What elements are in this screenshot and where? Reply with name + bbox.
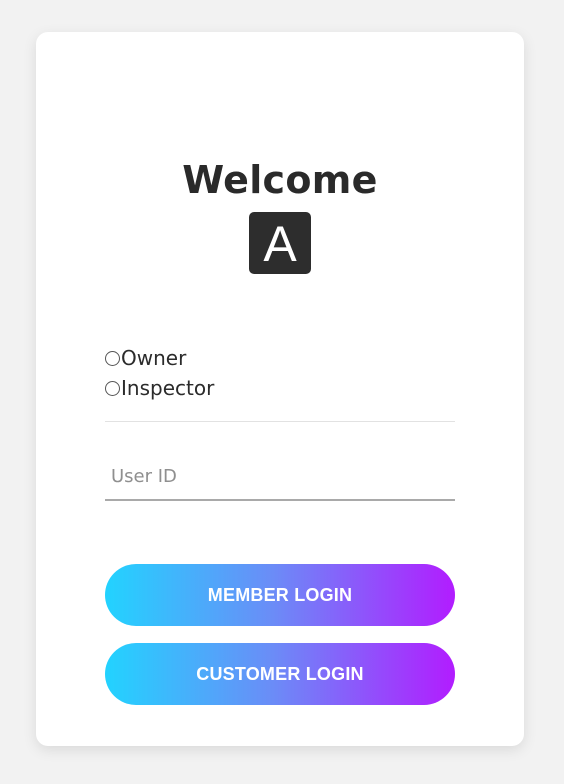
login-card: Welcome A Owner Inspector MEMBER LOGIN C… xyxy=(36,32,524,746)
logo-letter: A xyxy=(263,216,297,272)
role-option-inspector[interactable]: Inspector xyxy=(105,373,455,403)
owner-radio-label: Owner xyxy=(121,346,187,370)
customer-login-button[interactable]: CUSTOMER LOGIN xyxy=(105,643,455,705)
welcome-title: Welcome xyxy=(182,158,378,202)
divider xyxy=(105,421,455,422)
user-id-field-wrapper xyxy=(105,454,455,501)
role-radio-group: Owner Inspector xyxy=(105,343,455,403)
app-logo: A xyxy=(249,212,311,274)
role-option-owner[interactable]: Owner xyxy=(105,343,455,373)
member-login-button[interactable]: MEMBER LOGIN xyxy=(105,564,455,626)
user-id-input[interactable] xyxy=(105,454,455,499)
inspector-radio-label: Inspector xyxy=(121,376,215,400)
owner-radio[interactable] xyxy=(105,350,120,366)
inspector-radio[interactable] xyxy=(105,380,120,396)
